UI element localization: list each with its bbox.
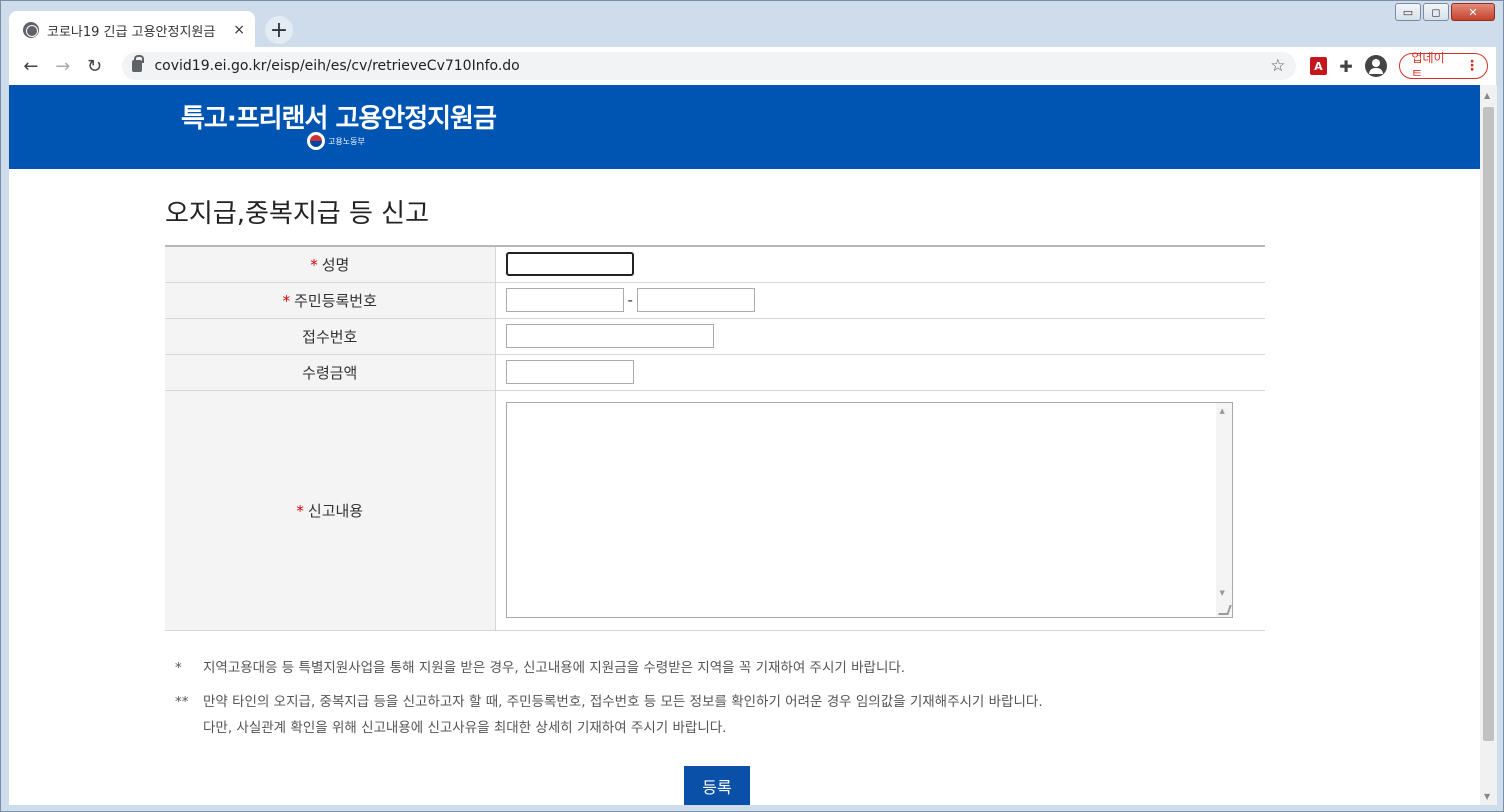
note-2: ** 만약 타인의 오지급, 중복지급 등을 신고하고자 할 때, 주민등록번호… — [175, 689, 1043, 741]
value-content: ▲ ▼ — [495, 390, 1265, 631]
resident-number-dash: - — [627, 291, 633, 309]
scroll-thumb[interactable] — [1483, 107, 1494, 741]
label-amount: 수령금액 — [165, 354, 496, 391]
submit-button[interactable]: 등록 — [684, 766, 750, 805]
page-scrollbar[interactable]: ▲ ▼ — [1480, 85, 1497, 805]
report-form: * 성명 * 주민등록번호 - 접수번호 수령금액 * 신고내용 ▲ ▼ — [165, 245, 1265, 631]
value-name — [495, 246, 1265, 283]
notes: * 지역고용대응 등 특별지원사업을 통해 지원을 받은 경우, 신고내용에 지… — [175, 655, 1043, 741]
address-bar[interactable]: covid19.ei.go.kr/eisp/eih/es/cv/retrieve… — [122, 52, 1296, 80]
update-button[interactable]: 업데이트 ⋮ — [1398, 51, 1489, 82]
name-input[interactable] — [505, 252, 634, 277]
scroll-up-arrow-icon[interactable]: ▲ — [1484, 91, 1490, 100]
scroll-up-arrow-icon[interactable]: ▲ — [1220, 407, 1225, 415]
ministry-name: 고용노동부 — [328, 136, 365, 146]
label-name: * 성명 — [165, 246, 496, 283]
form-row-content: * 신고내용 ▲ ▼ — [165, 390, 1265, 631]
pdf-extension-icon[interactable]: A — [1309, 57, 1328, 75]
label-content: * 신고내용 — [165, 390, 496, 631]
close-window-button[interactable]: ✕ — [1451, 3, 1495, 21]
form-row-resident-number: * 주민등록번호 - — [165, 282, 1265, 319]
site-banner: 특고·프리랜서 고용안정지원금 고용노동부 — [9, 85, 1480, 169]
ministry-logo: 고용노동부 — [307, 132, 365, 150]
note-mark: * — [175, 660, 182, 676]
note-line: 지역고용대응 등 특별지원사업을 통해 지원을 받은 경우, 신고내용에 지원금… — [203, 660, 906, 676]
minimize-button[interactable]: ▭ — [1395, 3, 1421, 21]
form-row-amount: 수령금액 — [165, 354, 1265, 391]
maximize-button[interactable]: ◻ — [1423, 3, 1449, 21]
note-mark: ** — [175, 694, 189, 710]
textarea-scrollbar[interactable]: ▲ ▼ — [1215, 403, 1232, 617]
url-text[interactable]: covid19.ei.go.kr/eisp/eih/es/cv/retrieve… — [154, 58, 1270, 74]
back-icon[interactable]: ← — [17, 52, 45, 80]
browser-tab[interactable]: 코로나19 긴급 고용안정지원금 × — [9, 11, 255, 49]
form-row-name: * 성명 — [165, 246, 1265, 283]
required-mark: * — [296, 501, 304, 520]
form-row-receipt-number: 접수번호 — [165, 318, 1265, 355]
note-1: * 지역고용대응 등 특별지원사업을 통해 지원을 받은 경우, 신고내용에 지… — [175, 655, 1043, 681]
tab-title: 코로나19 긴급 고용안정지원금 — [47, 24, 216, 40]
site-logo-title[interactable]: 특고·프리랜서 고용안정지원금 — [181, 98, 497, 135]
tab-close-icon[interactable]: × — [233, 22, 245, 38]
required-mark: * — [282, 291, 291, 310]
label-resident-number: * 주민등록번호 — [165, 282, 496, 319]
scroll-down-arrow-icon[interactable]: ▼ — [1484, 792, 1490, 801]
menu-dots-icon: ⋮ — [1465, 58, 1480, 74]
receipt-number-input[interactable] — [505, 324, 714, 348]
tab-strip: 코로나19 긴급 고용안정지원금 × + — [9, 9, 293, 49]
page-viewport: 특고·프리랜서 고용안정지원금 고용노동부 오지급,중복지급 등 신고 * 성명 … — [9, 85, 1480, 805]
label-content-text: 신고내용 — [307, 501, 364, 520]
note-line: 만약 타인의 오지급, 중복지급 등을 신고하고자 할 때, 주민등록번호, 접… — [203, 694, 1043, 710]
forward-icon[interactable]: → — [49, 52, 77, 80]
new-tab-button[interactable]: + — [265, 16, 293, 44]
globe-icon — [23, 22, 39, 38]
update-label: 업데이트 — [1411, 51, 1445, 82]
required-mark: * — [310, 255, 318, 274]
bookmark-star-icon[interactable]: ☆ — [1270, 56, 1285, 76]
value-amount — [495, 354, 1265, 391]
toolbar-icons: A ✚ 업데이트 ⋮ — [1309, 51, 1489, 82]
note-line: 다만, 사실관계 확인을 위해 신고내용에 신고사유을 최대한 상세히 기재하여… — [203, 720, 727, 736]
page-title: 오지급,중복지급 등 신고 — [165, 199, 429, 229]
label-resident-number-text: 주민등록번호 — [294, 291, 377, 310]
lock-icon[interactable] — [132, 55, 145, 72]
scroll-down-arrow-icon[interactable]: ▼ — [1220, 589, 1225, 597]
taeguk-emblem-icon — [307, 132, 325, 150]
browser-toolbar: ← → ↻ covid19.ei.go.kr/eisp/eih/es/cv/re… — [9, 47, 1496, 85]
content-textarea[interactable]: ▲ ▼ — [505, 402, 1233, 618]
reload-icon[interactable]: ↻ — [81, 52, 109, 80]
value-resident-number: - — [495, 282, 1265, 319]
label-receipt-number: 접수번호 — [165, 318, 496, 355]
resident-number-back-input[interactable] — [636, 288, 755, 312]
browser-window: ▭ ◻ ✕ 코로나19 긴급 고용안정지원금 × + ← → ↻ covid19… — [0, 0, 1504, 812]
extensions-puzzle-icon[interactable]: ✚ — [1339, 57, 1352, 76]
amount-input[interactable] — [505, 360, 634, 384]
window-controls: ▭ ◻ ✕ — [1395, 3, 1495, 21]
profile-avatar-icon[interactable] — [1364, 55, 1387, 77]
value-receipt-number — [495, 318, 1265, 355]
label-name-text: 성명 — [321, 255, 350, 274]
resident-number-front-input[interactable] — [505, 288, 624, 312]
